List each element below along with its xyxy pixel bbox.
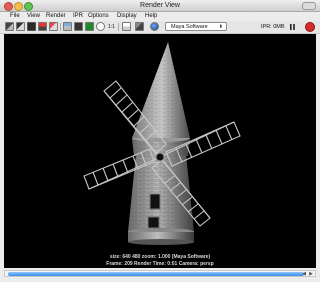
menu-render[interactable]: Render (46, 12, 66, 21)
renderer-dropdown-value: Maya Software (171, 24, 208, 30)
stop-render-icon[interactable] (305, 22, 315, 32)
ipr-memory-status: IPR: 0MB (261, 24, 285, 30)
menu-file[interactable]: File (10, 12, 20, 21)
menu-display[interactable]: Display (117, 12, 137, 21)
ipr-render-icon[interactable] (38, 22, 47, 31)
remove-image-icon[interactable] (74, 22, 83, 31)
pause-icon[interactable] (290, 24, 295, 30)
real-size-label[interactable]: 1:1 (108, 22, 115, 32)
render-region-icon[interactable] (16, 22, 25, 31)
render-frame-info-line: Frame: 209 Render Time: 0:01 Camera: per… (106, 261, 214, 267)
windmill-render-image (83, 42, 241, 245)
horizontal-scrollbar[interactable]: ◀ ▶ (4, 270, 316, 277)
renderer-dropdown[interactable]: Maya Software ⬍ (165, 22, 227, 31)
hypershade-icon[interactable] (150, 22, 159, 31)
snapshot-icon[interactable] (27, 22, 36, 31)
toolbar-separator (60, 23, 61, 31)
channels-icon[interactable] (135, 22, 144, 31)
render-info-line: size: 640 480 zoom: 1.000 (Maya Software… (109, 254, 211, 260)
toolbar-toggle-button[interactable] (302, 2, 316, 10)
chevron-down-icon: ⬍ (218, 24, 223, 30)
display-alpha-icon[interactable] (96, 22, 105, 31)
menu-ipr[interactable]: IPR (73, 12, 83, 21)
toolbar: 1:1 Maya Software ⬍ IPR: 0MB (0, 21, 320, 34)
refresh-ipr-icon[interactable] (49, 22, 58, 31)
menu-help[interactable]: Help (145, 12, 157, 21)
render-view-window: Render View File View Render IPR Options… (0, 0, 320, 282)
menu-view[interactable]: View (27, 12, 40, 21)
scroll-left-icon[interactable]: ◀ (302, 271, 306, 277)
title-bar: Render View (0, 0, 320, 12)
render-settings-icon[interactable] (122, 22, 131, 31)
toolbar-separator (118, 23, 119, 31)
scrollbar-thumb[interactable] (8, 272, 304, 276)
render-viewport[interactable]: size: 640 480 zoom: 1.000 (Maya Software… (4, 34, 316, 268)
redo-render-icon[interactable] (5, 22, 14, 31)
keep-image-icon[interactable] (63, 22, 72, 31)
display-rgb-icon[interactable] (85, 22, 94, 31)
menu-options[interactable]: Options (88, 12, 109, 21)
menu-bar: File View Render IPR Options Display Hel… (0, 12, 320, 21)
window-title: Render View (140, 2, 180, 9)
scroll-right-icon[interactable]: ▶ (309, 271, 313, 277)
